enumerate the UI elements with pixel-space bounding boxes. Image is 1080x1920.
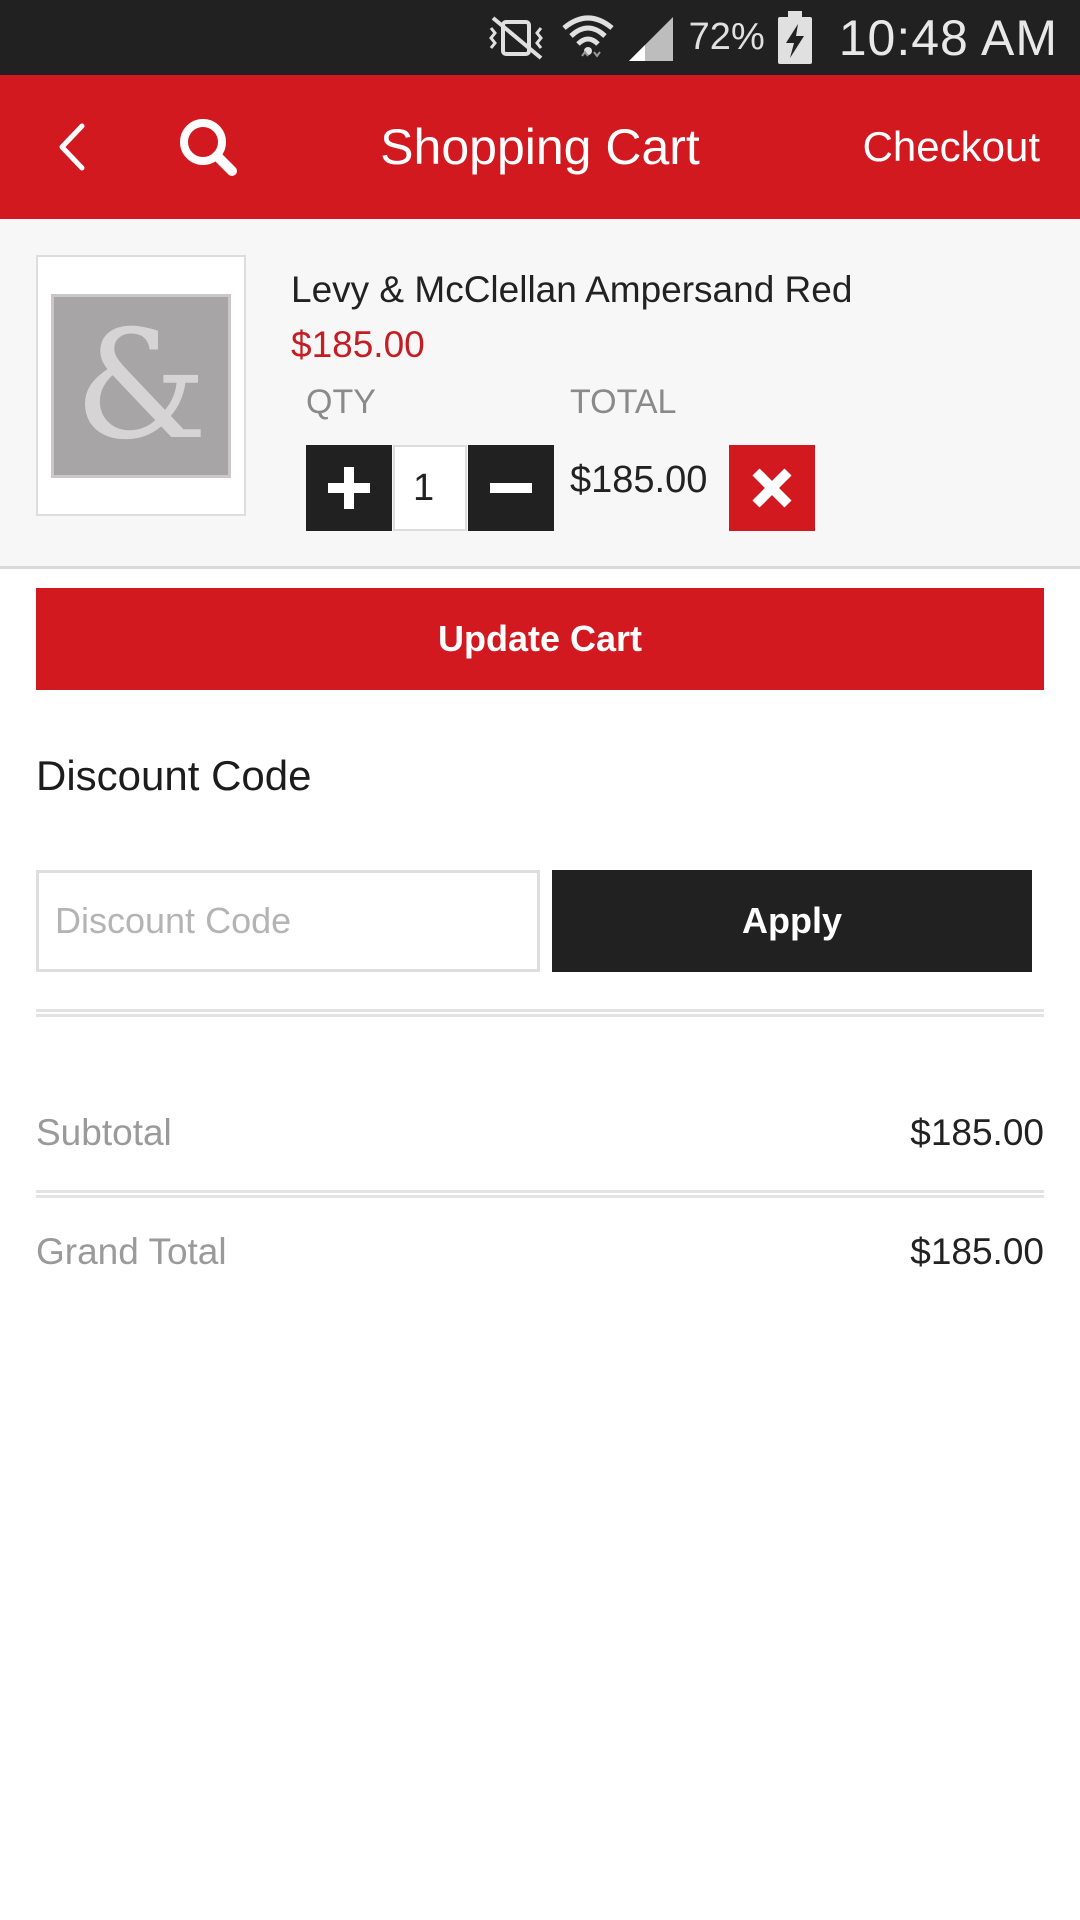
divider [36,1009,1044,1017]
ampersand-glyph: & [74,298,208,473]
update-cart-button[interactable]: Update Cart [36,588,1044,690]
battery-charging-icon [775,10,815,66]
discount-heading: Discount Code [36,752,312,799]
status-bar: 72% 10:48 AM [0,0,1080,75]
grand-total-row: Grand Total $185.00 [36,1222,1044,1282]
quantity-input[interactable] [393,445,467,531]
qty-label: QTY [306,383,376,421]
page-title: Shopping Cart [380,119,700,175]
product-image: & [51,293,231,478]
remove-item-button[interactable] [729,445,815,531]
status-icons: 72% 10:48 AM [483,0,1058,75]
total-label: TOTAL [570,383,677,421]
clock: 10:48 AM [838,9,1058,66]
subtotal-value: $185.00 [910,1112,1044,1153]
chevron-left-icon[interactable] [40,115,104,179]
subtotal-label: Subtotal [36,1112,172,1153]
battery-percent: 72% [688,16,765,58]
close-icon [752,468,792,508]
product-name[interactable]: Levy & McClellan Ampersand Red [291,269,852,311]
increase-qty-button[interactable] [306,445,392,531]
grand-total-value: $185.00 [910,1231,1044,1272]
discount-code-input[interactable] [36,870,540,972]
cart-item: & Levy & McClellan Ampersand Red $185.00… [0,219,1080,569]
plus-icon [328,467,370,509]
item-total: $185.00 [570,459,708,501]
divider [36,1190,1044,1198]
signal-icon [625,13,675,63]
checkout-button[interactable]: Checkout [863,75,1040,219]
wifi-icon [561,12,615,64]
decrease-qty-button[interactable] [468,445,554,531]
subtotal-row: Subtotal $185.00 [36,1103,1044,1163]
search-icon[interactable] [172,111,244,183]
minus-icon [490,483,532,493]
app-bar: Shopping Cart Checkout [0,75,1080,219]
apply-button[interactable]: Apply [552,870,1032,972]
product-price: $185.00 [291,324,425,365]
vibrate-muted-icon [483,14,551,62]
product-thumbnail[interactable]: & [36,255,246,516]
grand-total-label: Grand Total [36,1231,227,1272]
